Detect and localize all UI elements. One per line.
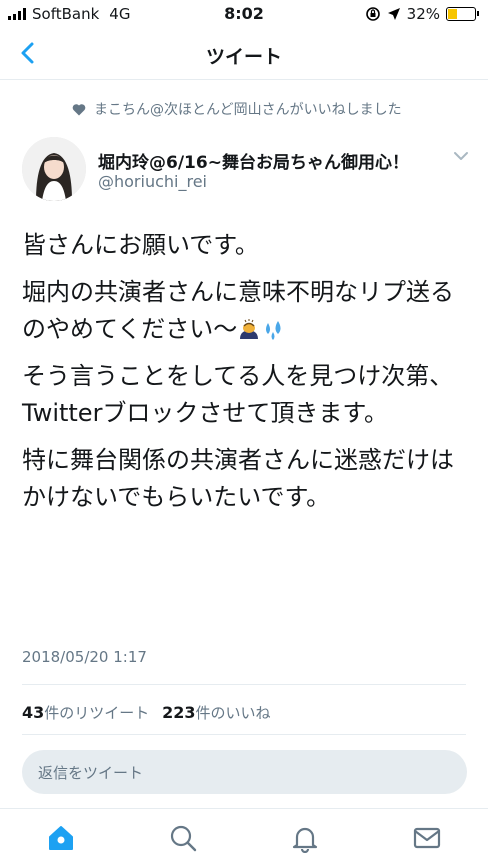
location-icon bbox=[387, 8, 400, 20]
reply-input[interactable]: 返信をツイート bbox=[22, 750, 467, 794]
messages-icon[interactable] bbox=[412, 823, 442, 853]
tweet-paragraph: 皆さんにお願いです。 bbox=[22, 231, 259, 259]
battery-fill bbox=[448, 9, 457, 19]
divider bbox=[22, 684, 466, 685]
author-handle[interactable]: @horiuchi_rei bbox=[98, 172, 207, 191]
tab-bar bbox=[0, 808, 488, 868]
liked-by-context[interactable]: まこちん@次ほとんど岡山さんがいいねしました bbox=[72, 99, 402, 119]
nav-bar: ツイート bbox=[0, 28, 488, 80]
chevron-down-icon[interactable] bbox=[452, 150, 470, 162]
home-icon[interactable] bbox=[46, 823, 76, 853]
tweet-timestamp[interactable]: 2018/05/20 1:17 bbox=[22, 648, 147, 666]
avatar-image bbox=[22, 137, 86, 201]
divider bbox=[22, 734, 466, 735]
retweet-label: 件のリツイート bbox=[44, 704, 150, 722]
rotation-lock-icon bbox=[365, 7, 380, 21]
like-stat[interactable]: 223件のいいね bbox=[162, 703, 271, 722]
retweet-count: 43 bbox=[22, 703, 45, 722]
sweat-droplets-emoji-icon bbox=[266, 321, 281, 340]
notifications-icon[interactable] bbox=[290, 823, 320, 853]
like-count: 223 bbox=[162, 703, 196, 722]
reply-placeholder: 返信をツイート bbox=[38, 764, 144, 782]
heart-icon bbox=[72, 103, 86, 115]
retweet-stat[interactable]: 43件のリツイート bbox=[22, 703, 150, 722]
tweet-text: 皆さんにお願いです。 堀内の共演者さんに意味不明なリプ送るのやめてください〜 そ… bbox=[22, 227, 472, 526]
battery-percent: 32% bbox=[406, 5, 440, 23]
tweet-paragraph: そう言うことをしてる人を見つけ次第、Twitterブロックさせて頂きます。 bbox=[22, 362, 454, 427]
search-icon[interactable] bbox=[168, 823, 198, 853]
author-name[interactable]: 堀内玲@6/16~舞台お局ちゃん御用心！ bbox=[98, 148, 409, 173]
avatar[interactable] bbox=[22, 137, 86, 201]
like-label: 件のいいね bbox=[195, 704, 271, 722]
status-right: 32% bbox=[365, 5, 479, 23]
page-title: ツイート bbox=[205, 46, 282, 68]
bowing-person-emoji-icon bbox=[240, 319, 259, 339]
status-bar: SoftBank 4G 8:02 32% bbox=[0, 0, 488, 28]
tweet-paragraph-with-emoji: 堀内の共演者さんに意味不明なリプ送るのやめてください〜 bbox=[22, 274, 472, 348]
tweet-stats: 43件のリツイート 223件のいいね bbox=[22, 702, 270, 723]
tweet-paragraph: 特に舞台関係の共演者さんに迷惑だけはかけないでもらいたいです。 bbox=[22, 446, 454, 511]
battery-icon bbox=[446, 7, 479, 21]
liked-by-text: まこちん@次ほとんど岡山さんがいいねしました bbox=[94, 102, 402, 118]
